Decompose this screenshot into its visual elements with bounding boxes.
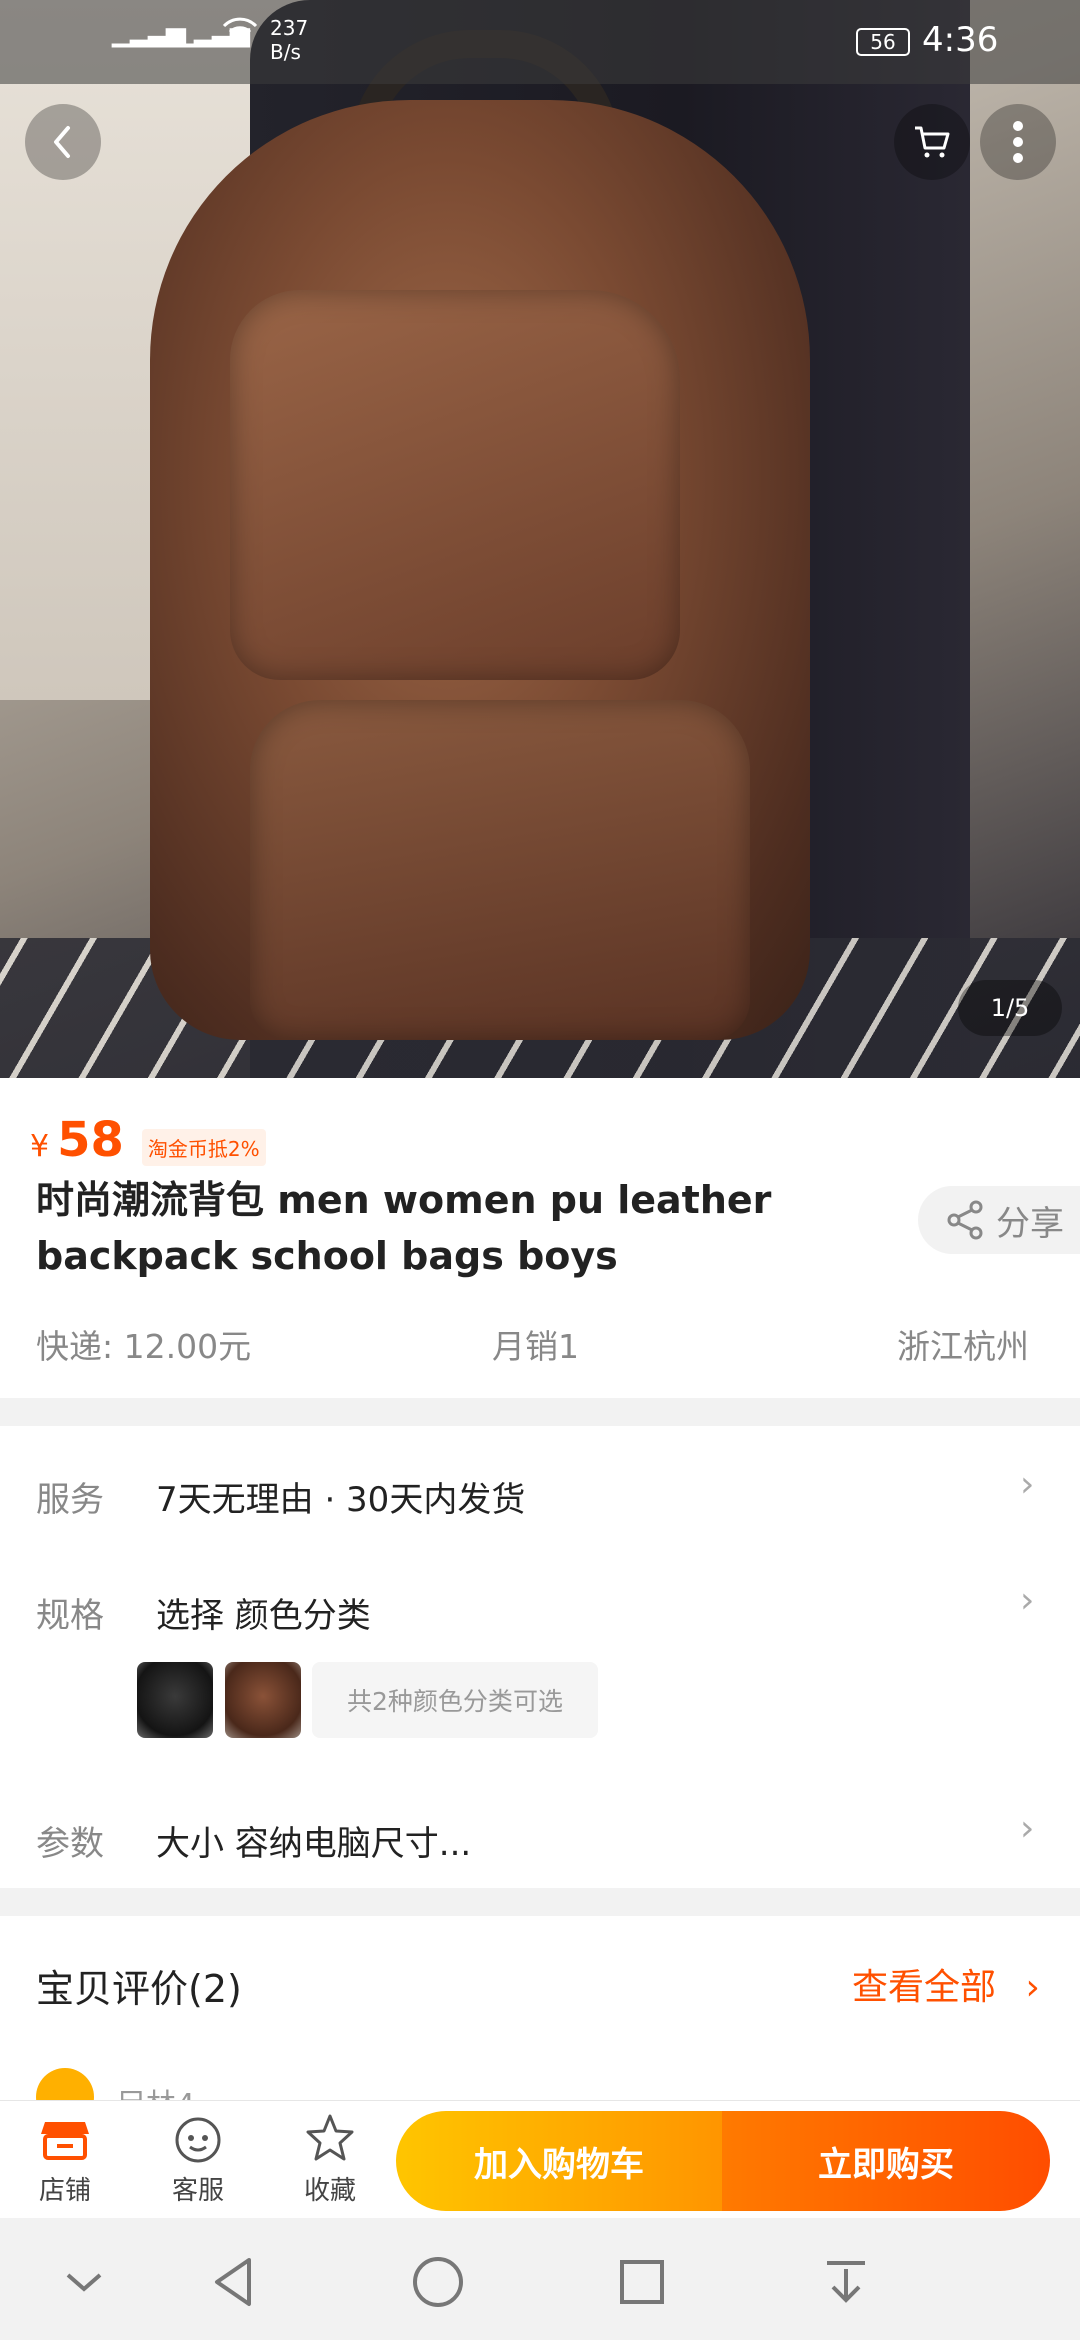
cart-button[interactable] [894, 104, 970, 180]
chevron-left-icon [54, 126, 70, 158]
back-triangle-icon[interactable] [202, 2250, 266, 2314]
notification-pull-down-icon[interactable] [814, 2250, 878, 2314]
add-to-cart-button[interactable]: 加入购物车 [396, 2111, 722, 2211]
product-photo-backpack [150, 30, 830, 1050]
section-divider [0, 1398, 1080, 1426]
store-icon [10, 2110, 120, 2166]
hide-keyboard-chevron-icon[interactable] [52, 2250, 116, 2314]
wifi-icon [222, 14, 258, 53]
shipping-fee: 快递: 12.00元 [36, 1327, 252, 1366]
service-label: 服务 [36, 1480, 104, 1520]
chevron-right-icon: › [1020, 1808, 1035, 1849]
recents-square-icon[interactable] [610, 2250, 674, 2314]
more-button[interactable] [980, 104, 1056, 180]
battery-indicator: 56 [856, 28, 910, 56]
customer-service-button[interactable]: 客服 [143, 2110, 253, 2207]
shop-button[interactable]: 店铺 [10, 2110, 120, 2207]
monthly-sales: 月销1 [492, 1327, 579, 1366]
section-divider [0, 1888, 1080, 1916]
share-label: 分享 [996, 1203, 1064, 1244]
more-vertical-icon [1013, 121, 1023, 163]
spec-value: 选择 颜色分类 [156, 1596, 371, 1636]
network-speed-unit: B/s [270, 40, 301, 64]
service-value: 7天无理由 · 30天内发货 [156, 1480, 526, 1520]
chevron-right-icon: › [1025, 1967, 1040, 2008]
back-button[interactable] [25, 104, 101, 180]
reviews-title: 宝贝评价(2) [36, 1967, 242, 2011]
network-speed: 237 B/s [270, 16, 308, 64]
favorite-button[interactable]: 收藏 [275, 2110, 385, 2207]
view-all-label: 查看全部 [852, 1967, 997, 2008]
params-value: 大小 容纳电脑尺寸... [156, 1824, 472, 1864]
shop-label: 店铺 [38, 2176, 91, 2206]
buy-now-button[interactable]: 立即购买 [722, 2111, 1050, 2211]
signal-icon: ▁▂▃▅ [112, 18, 186, 48]
home-circle-icon[interactable] [406, 2250, 470, 2314]
chat-face-icon [143, 2110, 253, 2166]
view-all-reviews-link[interactable]: 查看全部 › [852, 1958, 1040, 2010]
params-label: 参数 [36, 1824, 104, 1864]
network-speed-value: 237 [270, 16, 309, 40]
system-navigation-bar [0, 2218, 1080, 2340]
price-row: ¥ 58 淘金币抵2% [30, 1112, 266, 1168]
product-title: 时尚潮流背包 men women pu leather backpack sch… [36, 1178, 772, 1278]
color-option-thumbnail-black[interactable] [137, 1662, 213, 1738]
favorite-label: 收藏 [303, 2176, 356, 2206]
color-options-note[interactable]: 共2种颜色分类可选 [312, 1662, 598, 1738]
currency-symbol: ¥ [30, 1129, 50, 1164]
star-icon [275, 2110, 385, 2166]
chevron-right-icon: › [1020, 1580, 1035, 1621]
color-option-thumbnail-brown[interactable] [225, 1662, 301, 1738]
clock: 4:36 [922, 20, 999, 60]
status-bar: ▁▂▃▅ ▁▂▃▅ 237 B/s 56 4:36 [0, 0, 1080, 84]
cart-icon [915, 126, 950, 158]
chevron-right-icon: › [1020, 1464, 1035, 1505]
seller-location: 浙江杭州 [897, 1327, 1029, 1366]
share-icon [947, 1200, 983, 1240]
image-page-indicator: 1/5 [958, 980, 1062, 1036]
product-price: 58 [57, 1112, 124, 1168]
customer-service-label: 客服 [171, 2176, 224, 2206]
spec-label: 规格 [36, 1596, 104, 1636]
share-button[interactable]: 分享 [918, 1186, 1080, 1254]
coin-discount-badge: 淘金币抵2% [141, 1129, 266, 1166]
